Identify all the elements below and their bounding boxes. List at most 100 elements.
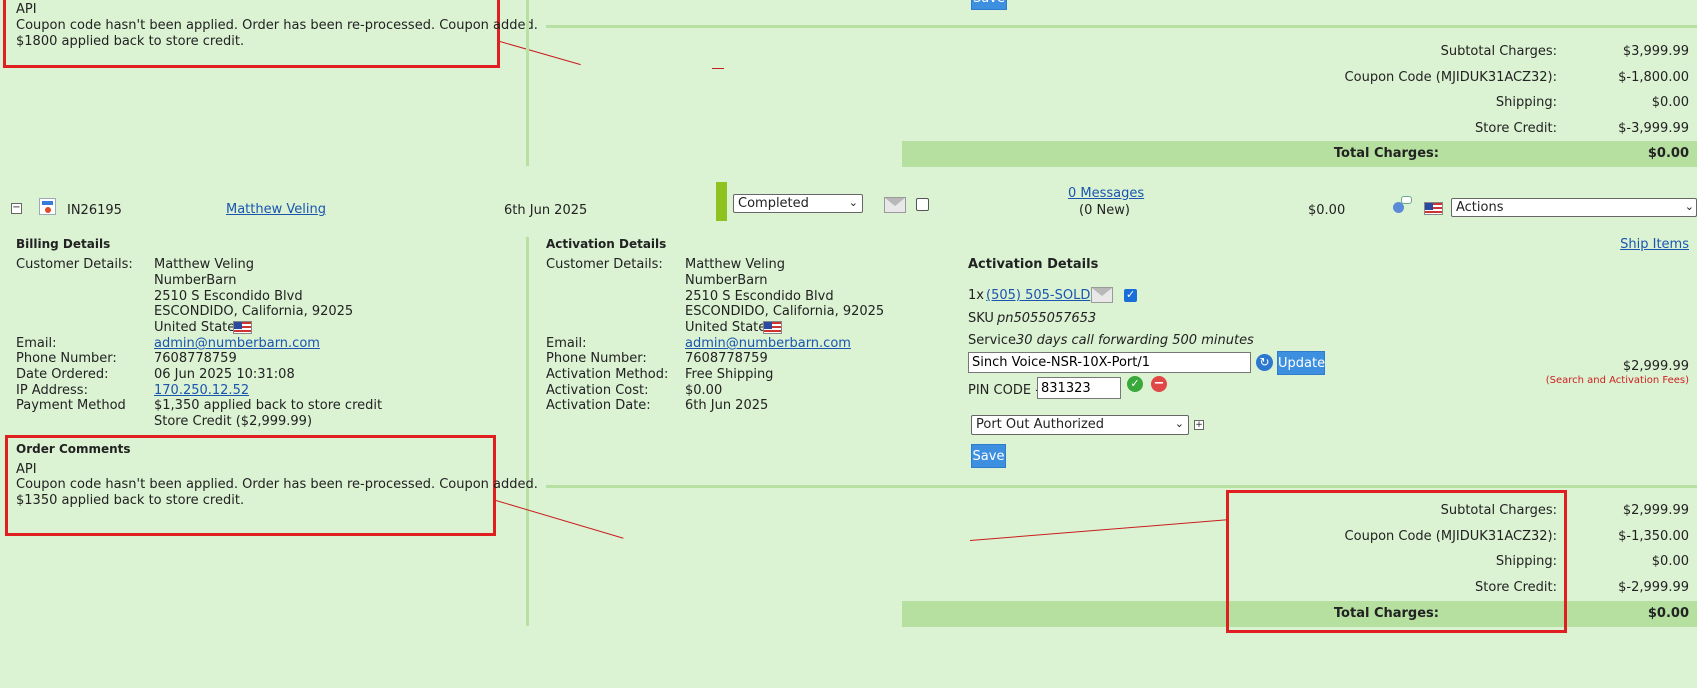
activation-phone: 7608778759 [685,351,768,366]
activation-company: NumberBarn [685,273,768,288]
port-status-value: Port Out Authorized [976,417,1105,432]
billing-payment-label: Payment Method [16,398,126,413]
actions-select-value: Actions [1456,200,1504,215]
billing-payment-line1: $1,350 applied back to store credit [154,398,383,413]
item-checkbox[interactable] [1124,288,1137,302]
item-qty: 1x [968,288,984,303]
fee-note: (Search and Activation Fees) [1545,375,1689,386]
refresh-icon[interactable]: ↻ [1256,354,1273,371]
store-credit-value: $-3,999.99 [1618,121,1689,136]
billing-email-label: Email: [16,336,57,351]
activation-date: 6th Jun 2025 [685,398,769,413]
coupon-label: Coupon Code (MJIDUK31ACZ32): [1344,70,1557,85]
billing-payment-line2: Store Credit ($2,999.99) [154,414,313,429]
order-comments-source: API [16,462,37,477]
activation-email-link[interactable]: admin@numberbarn.com [685,336,851,351]
billing-country: United States [154,320,243,335]
status-select-value: Completed [738,196,809,211]
shipping-label: Shipping: [1495,95,1557,110]
top-save-button[interactable]: Save [971,0,1007,10]
billing-ip-link[interactable]: 170.250.12.52 [154,383,249,398]
email-envelope-icon[interactable] [1091,287,1113,303]
save-button[interactable]: Save [971,444,1006,468]
top-comment-line2: $1800 applied back to store credit. [16,34,245,49]
shipping-value: $0.00 [1651,95,1689,110]
activation-street: 2510 S Escondido Blvd [685,289,834,304]
actions-select[interactable]: Actions ⌄ [1451,198,1697,217]
section-divider [546,485,1697,488]
column-divider [526,237,529,626]
customer-chat-icon[interactable] [1393,196,1413,216]
activation-email-label: Email: [546,336,587,351]
order-row[interactable]: − IN26195 Matthew Veling 6th Jun 2025 Co… [0,180,1697,222]
activation-date-label: Activation Date: [546,398,651,413]
messages-link[interactable]: 0 Messages [1068,186,1144,201]
email-envelope-icon[interactable] [884,197,906,213]
status-select[interactable]: Completed ⌄ [733,194,863,213]
activation-item-heading: Activation Details [968,257,1099,272]
annotation-line [712,68,724,69]
top-total-bar [902,141,1697,167]
shipping-value: $0.00 [1651,554,1689,569]
subtotal-value: $2,999.99 [1622,503,1689,518]
port-status-select[interactable]: Port Out Authorized ⌄ [971,415,1189,435]
billing-company: NumberBarn [154,273,237,288]
section-divider [546,25,1697,28]
top-comment-source: API [16,2,37,17]
activation-country: United States [685,320,774,335]
phone-number-link[interactable]: (505) 505-SOLD [986,288,1090,303]
order-select-checkbox[interactable] [916,198,929,211]
order-type-icon [39,198,56,215]
coupon-value: $-1,350.00 [1618,529,1689,544]
top-comment-line1: Coupon code hasn't been applied. Order h… [16,18,538,33]
activation-heading: Activation Details [546,237,667,251]
order-comments-line1: Coupon code hasn't been applied. Order h… [16,477,538,492]
add-plus-icon[interactable]: + [1194,420,1204,430]
us-flag-icon [1424,202,1443,215]
billing-email-link[interactable]: admin@numberbarn.com [154,336,320,351]
total-value: $0.00 [1647,606,1689,621]
activation-name: Matthew Veling [685,257,785,272]
sku-label: SKU [968,311,994,326]
item-price: $2,999.99 [1622,359,1689,374]
activation-phone-label: Phone Number: [546,351,647,366]
pin-code-input[interactable] [1037,377,1121,399]
annotation-line [499,41,581,66]
order-comments-heading: Order Comments [16,442,131,456]
activation-method: Free Shipping [685,367,774,382]
billing-customer-label: Customer Details: [16,257,133,272]
totals-highlight-box [1226,490,1567,633]
cancel-minus-icon[interactable]: − [1151,376,1167,392]
carrier-input[interactable] [968,352,1251,373]
service-label: Service [968,333,1017,348]
billing-name: Matthew Veling [154,257,254,272]
subtotal-label: Subtotal Charges: [1440,44,1557,59]
us-flag-icon [233,321,252,334]
activation-method-label: Activation Method: [546,367,669,382]
collapse-toggle[interactable]: − [11,203,22,214]
total-label: Total Charges: [1333,146,1439,161]
service-value: 30 days call forwarding 500 minutes [1016,333,1254,348]
billing-street: 2510 S Escondido Blvd [154,289,303,304]
chevron-down-icon: ⌄ [1174,417,1184,430]
us-flag-icon [763,321,782,334]
billing-heading: Billing Details [16,237,111,251]
messages-new-count: (0 New) [1079,203,1130,218]
store-credit-label: Store Credit: [1475,121,1557,136]
billing-date-label: Date Ordered: [16,367,109,382]
update-button[interactable]: Update [1277,351,1325,375]
activation-city: ESCONDIDO, California, 92025 [685,304,885,319]
chevron-down-icon: ⌄ [1684,200,1694,213]
activation-cost: $0.00 [685,383,723,398]
billing-phone-label: Phone Number: [16,351,117,366]
billing-phone: 7608778759 [154,351,237,366]
order-date: 6th Jun 2025 [504,203,588,218]
coupon-value: $-1,800.00 [1618,70,1689,85]
ship-items-link[interactable]: Ship Items [1620,237,1689,252]
confirm-check-icon[interactable]: ✓ [1127,376,1143,392]
subtotal-value: $3,999.99 [1622,44,1689,59]
pin-code-label: PIN CODE - [968,383,1040,398]
customer-name-link[interactable]: Matthew Veling [226,202,326,217]
activation-customer-label: Customer Details: [546,257,663,272]
status-indicator [716,182,727,221]
